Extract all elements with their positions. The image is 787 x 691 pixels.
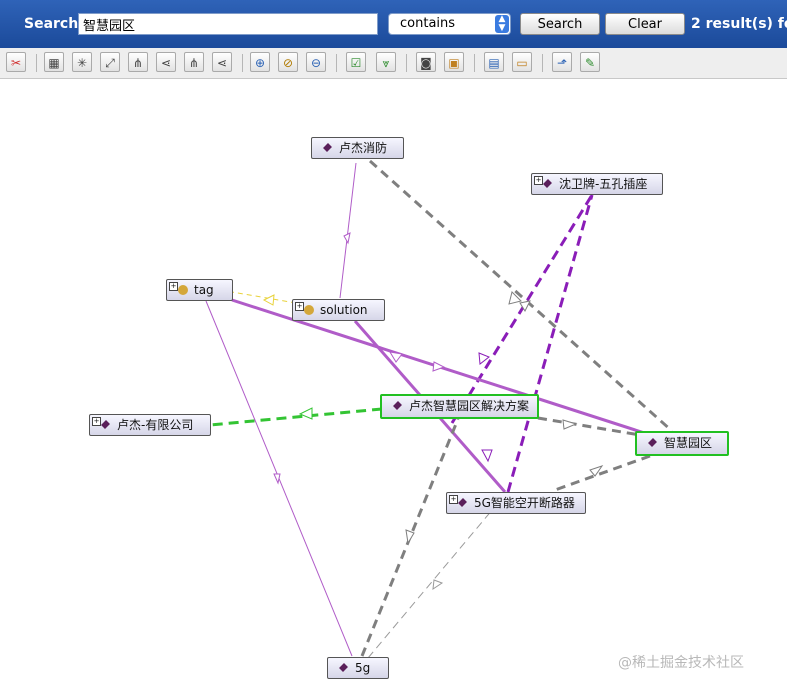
watermark: @稀土掘金技术社区 (618, 655, 744, 671)
toolbar-divider (474, 54, 475, 72)
instance-icon (393, 401, 402, 410)
node-label: 卢杰消防 (339, 141, 388, 155)
search-button[interactable]: Search (520, 13, 600, 35)
tree-down-icon[interactable]: ⋔ (128, 52, 148, 72)
graph-node-highlighted[interactable]: 卢杰智慧园区解决方案 (380, 394, 539, 419)
arrowhead (389, 351, 403, 363)
edge-plan-company (209, 407, 383, 427)
arrowhead (262, 294, 275, 306)
arrowhead (481, 449, 493, 463)
zoom-reset-icon[interactable]: ⊘ (278, 52, 298, 72)
edge-solution-fire (339, 162, 357, 299)
instance-icon (339, 663, 348, 672)
node-label: 5g (355, 661, 371, 675)
node-label: solution (320, 303, 368, 317)
graph-node[interactable]: + 卢杰-有限公司 (89, 414, 211, 436)
tree-left-icon[interactable]: ⋖ (156, 52, 176, 72)
edge-park-router (554, 454, 651, 492)
arrowhead (432, 579, 444, 591)
export-image-icon[interactable]: ▣ (444, 52, 464, 72)
toolbar: ✂ ▦ ✳ ⤢ ⋔ ⋖ ⋔ ⋖ ⊕ ⊘ ⊖ ☑ ⩔ ◙ ▣ ▤ ▭ ⬏ ✎ (0, 48, 787, 79)
edge-solution-socket (450, 194, 594, 424)
instance-icon (458, 498, 467, 507)
filter-icon[interactable]: ⩔ (376, 52, 396, 72)
graph-node[interactable]: 5g (327, 657, 389, 679)
arrowhead (562, 419, 578, 430)
tree-left-alt-icon[interactable]: ⋖ (212, 52, 232, 72)
search-mode-select[interactable]: contains ▲ ▼ (388, 13, 511, 35)
node-label: tag (194, 283, 214, 297)
instance-icon (323, 143, 332, 152)
spring-layout-icon[interactable]: ✳ (72, 52, 92, 72)
class-icon (178, 285, 188, 295)
chevron-updown-icon: ▲ ▼ (495, 15, 509, 33)
node-label: 智慧园区 (664, 436, 713, 450)
search-label: Search: (24, 16, 84, 32)
arrowhead (432, 361, 446, 372)
remove-edges-icon[interactable]: ✂ (6, 52, 26, 72)
arrowhead (273, 473, 281, 485)
graph-node-highlighted[interactable]: 智慧园区 (635, 431, 729, 456)
expand-icon[interactable]: + (92, 417, 101, 426)
select-icon[interactable]: ☑ (346, 52, 366, 72)
search-mode-value: contains (400, 16, 456, 31)
node-label: 沈卫牌-五孔插座 (559, 177, 648, 191)
zoom-out-icon[interactable]: ⊖ (306, 52, 326, 72)
instance-icon (101, 420, 110, 429)
expand-icon[interactable]: + (169, 282, 178, 291)
instance-icon (648, 438, 657, 447)
node-label: 卢杰-有限公司 (117, 418, 194, 432)
grid-layout-icon[interactable]: ▦ (44, 52, 64, 72)
arrowhead (343, 232, 351, 245)
expand-icon[interactable]: + (295, 302, 304, 311)
graph-node[interactable]: + 5G智能空开断路器 (446, 492, 586, 514)
toolbar-divider (336, 54, 337, 72)
scale-layout-icon[interactable]: ⤢ (100, 52, 120, 72)
tree-down-alt-icon[interactable]: ⋔ (184, 52, 204, 72)
node-label: 5G智能空开断路器 (474, 496, 575, 510)
zoom-in-icon[interactable]: ⊕ (250, 52, 270, 72)
expand-icon[interactable]: + (449, 495, 458, 504)
save-icon[interactable]: ▤ (484, 52, 504, 72)
clear-button[interactable]: Clear (605, 13, 685, 35)
toolbar-divider (242, 54, 243, 72)
graph-node[interactable]: + 沈卫牌-五孔插座 (531, 173, 663, 195)
open-icon[interactable]: ▭ (512, 52, 532, 72)
graph-node[interactable]: + solution (292, 299, 385, 321)
toolbar-divider (36, 54, 37, 72)
graph-export-icon[interactable]: ⬏ (552, 52, 572, 72)
toolbar-divider (542, 54, 543, 72)
edge-solution-tag (231, 291, 297, 304)
instance-icon (543, 179, 552, 188)
class-icon (304, 305, 314, 315)
toolbar-divider (406, 54, 407, 72)
graph-node[interactable]: 卢杰消防 (311, 137, 404, 159)
search-input[interactable] (78, 13, 378, 35)
camera-icon[interactable]: ◙ (416, 52, 436, 72)
pin-icon[interactable]: ✎ (580, 52, 600, 72)
edge-router-socket (506, 194, 594, 493)
node-label: 卢杰智慧园区解决方案 (409, 399, 530, 413)
result-count: 2 result(s) fou (691, 16, 787, 32)
graph-node[interactable]: + tag (166, 279, 233, 301)
expand-icon[interactable]: + (534, 176, 543, 185)
search-bar: Search: contains ▲▼ Search Clear 2 resul… (0, 0, 787, 48)
graph-canvas (205, 159, 673, 659)
edge-5g-router (367, 502, 499, 659)
